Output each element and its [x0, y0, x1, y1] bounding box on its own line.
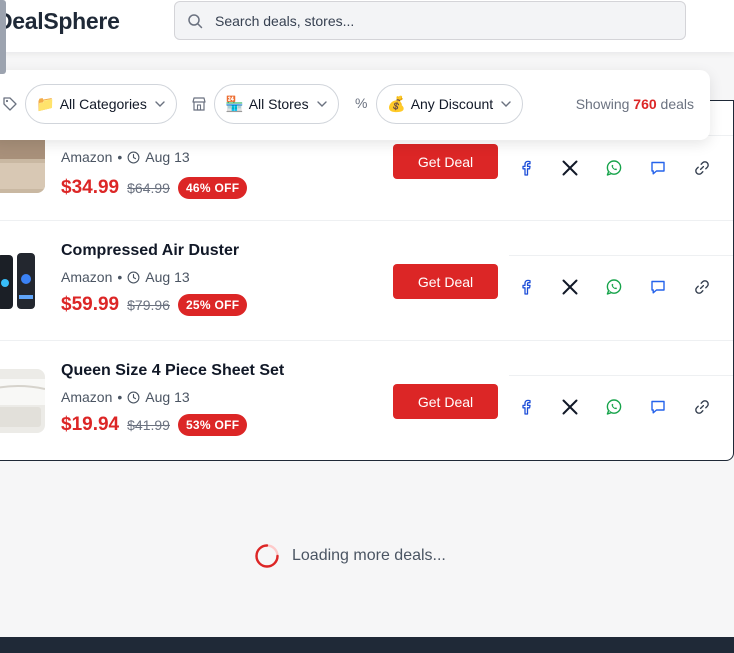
- discount-badge: 53% OFF: [177, 414, 248, 436]
- link-icon[interactable]: [693, 159, 711, 177]
- category-filter-label: All Categories: [59, 96, 147, 112]
- store-filter[interactable]: 🏪 All Stores: [214, 84, 339, 124]
- footer: [0, 637, 734, 653]
- original-price: $41.99: [127, 417, 170, 433]
- meta-separator: •: [117, 389, 123, 405]
- deal-title[interactable]: Compressed Air Duster: [61, 242, 239, 260]
- deal-price: $34.99: [61, 177, 120, 198]
- facebook-icon[interactable]: [517, 398, 535, 416]
- product-thumbnail[interactable]: [0, 369, 45, 433]
- discount-filter[interactable]: 💰 Any Discount: [376, 84, 524, 124]
- original-price: $64.99: [127, 180, 170, 196]
- whatsapp-icon[interactable]: [605, 159, 623, 177]
- original-price: $79.96: [127, 297, 170, 313]
- link-icon[interactable]: [693, 398, 711, 416]
- deal-title[interactable]: Queen Size 4 Piece Sheet Set: [61, 362, 284, 380]
- search-icon: [188, 13, 203, 28]
- meta-separator: •: [117, 149, 123, 165]
- facebook-icon[interactable]: [517, 278, 535, 296]
- clock-icon: [127, 391, 140, 403]
- clock-icon: [127, 271, 140, 283]
- store-name: Amazon: [61, 149, 113, 165]
- top-header: DealSphere: [0, 0, 734, 52]
- deal-list: Amazon • Aug 13 $34.99 $64.99 46% OFF Ge…: [0, 100, 734, 461]
- results-count: Showing 760 deals: [576, 96, 694, 112]
- folder-icon: 📁: [36, 96, 55, 113]
- loading-indicator: Loading more deals...: [254, 543, 446, 569]
- x-icon[interactable]: [561, 278, 579, 296]
- deal-meta: Amazon • Aug 13: [61, 389, 190, 405]
- x-icon[interactable]: [561, 159, 579, 177]
- product-thumbnail[interactable]: [0, 249, 45, 313]
- get-deal-button[interactable]: Get Deal: [393, 384, 498, 419]
- x-icon[interactable]: [561, 398, 579, 416]
- shop-emoji-icon: 🏪: [225, 96, 244, 113]
- showing-count: 760: [633, 96, 657, 112]
- comment-icon[interactable]: [649, 159, 667, 177]
- get-deal-button[interactable]: Get Deal: [393, 144, 498, 179]
- discount-filter-label: Any Discount: [410, 96, 494, 112]
- share-divider: [509, 255, 733, 256]
- discount-badge: 25% OFF: [177, 294, 248, 316]
- deal-price: $59.99: [61, 294, 120, 315]
- deal-row[interactable]: Compressed Air Duster Amazon • Aug 13 $5…: [0, 221, 733, 341]
- clock-icon: [127, 151, 140, 163]
- deal-meta: Amazon • Aug 13: [61, 269, 190, 285]
- tag-icon: [3, 97, 17, 111]
- percent-icon: %: [355, 95, 368, 111]
- chevron-down-icon: [155, 101, 165, 107]
- logo[interactable]: DealSphere: [0, 8, 120, 35]
- filter-bar: 📁 All Categories 🏪 All Stores % 💰 Any Di…: [0, 70, 710, 140]
- price-row: $19.94 $41.99 53% OFF: [61, 414, 248, 436]
- price-row: $59.99 $79.96 25% OFF: [61, 294, 248, 316]
- loading-text: Loading more deals...: [292, 547, 446, 564]
- chevron-down-icon: [316, 101, 327, 107]
- store-filter-label: All Stores: [248, 96, 309, 112]
- search-input[interactable]: [215, 12, 655, 29]
- chevron-down-icon: [501, 101, 511, 107]
- whatsapp-icon[interactable]: [605, 278, 623, 296]
- deal-date: Aug 13: [145, 269, 190, 285]
- category-filter[interactable]: 📁 All Categories: [25, 84, 177, 124]
- get-deal-button[interactable]: Get Deal: [393, 264, 498, 299]
- meta-separator: •: [117, 269, 123, 285]
- scroll-indicator: [0, 0, 6, 74]
- whatsapp-icon[interactable]: [605, 398, 623, 416]
- facebook-icon[interactable]: [517, 159, 535, 177]
- deal-meta: Amazon • Aug 13: [61, 149, 190, 165]
- price-row: $34.99 $64.99 46% OFF: [61, 177, 248, 199]
- deal-price: $19.94: [61, 414, 120, 435]
- comment-icon[interactable]: [649, 278, 667, 296]
- deal-row[interactable]: Queen Size 4 Piece Sheet Set Amazon • Au…: [0, 341, 733, 460]
- deal-date: Aug 13: [145, 149, 190, 165]
- search-bar[interactable]: [174, 1, 686, 40]
- store-icon: [192, 97, 206, 111]
- deal-date: Aug 13: [145, 389, 190, 405]
- comment-icon[interactable]: [649, 398, 667, 416]
- money-bag-icon: 💰: [387, 96, 406, 113]
- showing-prefix: Showing: [575, 96, 630, 112]
- store-name: Amazon: [61, 269, 113, 285]
- link-icon[interactable]: [693, 278, 711, 296]
- store-name: Amazon: [61, 389, 113, 405]
- spinner-icon: [255, 544, 279, 568]
- showing-suffix: deals: [660, 96, 694, 112]
- discount-badge: 46% OFF: [177, 177, 248, 199]
- share-divider: [509, 375, 733, 376]
